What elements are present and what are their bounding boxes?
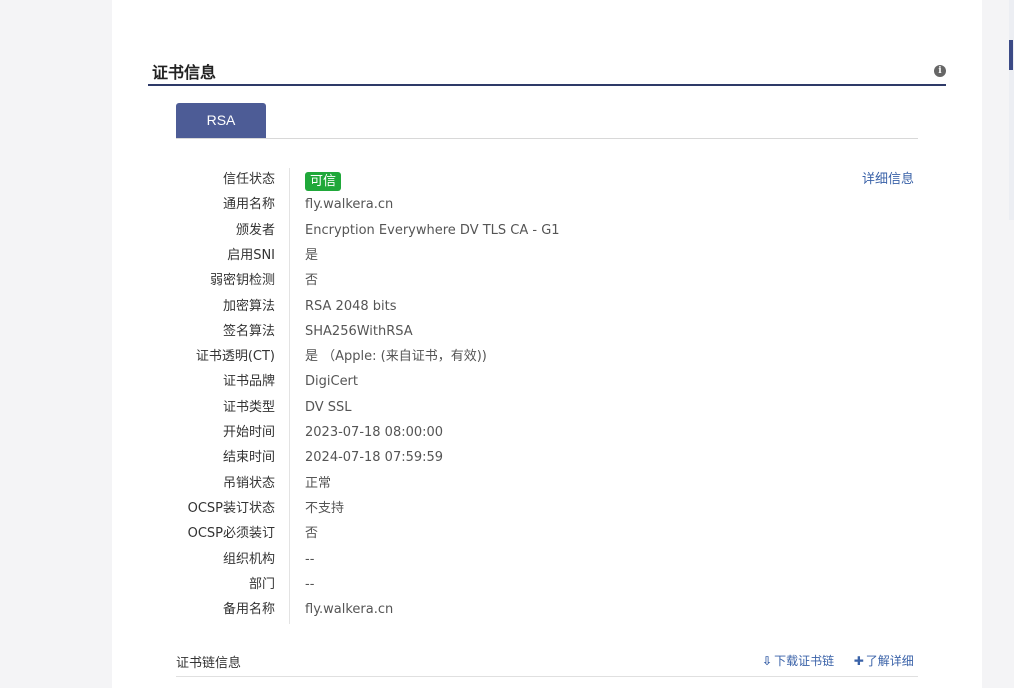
cert-row-value: SHA256WithRSA: [305, 324, 413, 339]
cert-row-label: 通用名称: [222, 197, 275, 212]
cert-row: 开始时间 2023-07-18 08:00:00: [176, 423, 736, 443]
plus-icon: ✚: [853, 654, 864, 668]
learn-more-label: 了解详细: [865, 654, 914, 668]
cert-row: OCSP装订状态 不支持: [176, 499, 736, 519]
cert-row-value: RSA 2048 bits: [305, 299, 397, 314]
cert-row-value: 是: [305, 248, 319, 263]
cert-row-label: 证书透明(CT): [195, 349, 275, 364]
cert-row: 通用名称 fly.walkera.cn: [176, 195, 736, 215]
cert-row-value: --: [305, 577, 315, 592]
cert-row: 组织机构 --: [176, 550, 736, 570]
cert-row-value: 正常: [305, 476, 332, 491]
cert-row: 备用名称 fly.walkera.cn: [176, 600, 736, 620]
cert-row: 加密算法 RSA 2048 bits: [176, 297, 736, 317]
trust-status-badge-cell: 可信: [305, 170, 342, 192]
download-chain-label: 下载证书链: [774, 654, 835, 668]
cert-row-label: 加密算法: [222, 299, 275, 314]
tab-rsa[interactable]: RSA: [176, 103, 266, 138]
trust-status-badge: 可信: [305, 172, 342, 191]
cert-row-label: 备用名称: [222, 602, 275, 617]
cert-row-value: fly.walkera.cn: [305, 197, 394, 212]
cert-row-value: --: [305, 552, 315, 567]
cert-row: 签名算法 SHA256WithRSA: [176, 322, 736, 342]
cert-row-value: 2024-07-18 07:59:59: [305, 450, 444, 465]
cert-row: 吊销状态 正常: [176, 474, 736, 494]
cert-row-label: 启用SNI: [227, 248, 275, 263]
cert-row-label: 开始时间: [222, 425, 275, 440]
cert-row-value: 不支持: [305, 501, 345, 516]
cert-row-value: DigiCert: [305, 374, 359, 389]
tab-bar-divider: [176, 138, 918, 139]
section-title: 证书信息: [152, 65, 217, 82]
cert-row: 信任状态 可信: [176, 170, 736, 192]
cert-row-label: 签名算法: [222, 324, 275, 339]
learn-more-button[interactable]: ✚ 了解详细: [854, 654, 914, 668]
cert-row-label: OCSP装订状态: [187, 501, 275, 516]
cert-row: 证书品牌 DigiCert: [176, 372, 736, 392]
right-scroll-panel: [1009, 0, 1014, 220]
cert-row: OCSP必须装订 否: [176, 524, 736, 544]
cert-row-label: 部门: [248, 577, 275, 592]
cert-row-label: 信任状态: [222, 172, 275, 187]
right-panel-indicator: [1009, 40, 1013, 70]
cert-row-value: 是 （Apple: (来自证书，有效)): [305, 349, 487, 364]
cert-row: 证书透明(CT) 是 （Apple: (来自证书，有效)): [176, 347, 736, 367]
cert-chain-divider: [176, 676, 918, 677]
cert-row-label: 颁发者: [235, 223, 275, 238]
cert-row-value: 否: [305, 273, 319, 288]
cert-row: 启用SNI 是: [176, 246, 736, 266]
cert-row-label: 结束时间: [222, 450, 275, 465]
section-underline: [148, 84, 946, 86]
cloud-download-icon: ⇩: [762, 654, 773, 668]
cert-row: 部门 --: [176, 575, 736, 595]
download-chain-button[interactable]: ⇩ 下载证书链: [762, 654, 838, 668]
cert-row-value: Encryption Everywhere DV TLS CA - G1: [305, 223, 560, 238]
cert-row-value: fly.walkera.cn: [305, 602, 394, 617]
detail-info-link[interactable]: 详细信息: [862, 168, 914, 187]
cert-row-label: 吊销状态: [222, 476, 275, 491]
cert-chain-actions: ⇩ 下载证书链 ✚ 了解详细: [762, 652, 914, 669]
cert-row-label: 证书品牌: [222, 374, 275, 389]
info-icon[interactable]: i: [934, 65, 946, 77]
cert-row: 结束时间 2024-07-18 07:59:59: [176, 448, 736, 468]
cert-row-value: 2023-07-18 08:00:00: [305, 425, 444, 440]
cert-row-label: OCSP必须装订: [187, 526, 275, 541]
cert-row-value: 否: [305, 526, 319, 541]
cert-row-label: 组织机构: [222, 552, 275, 567]
cert-row-value: DV SSL: [305, 400, 352, 415]
cert-row-label: 弱密钥检测: [209, 273, 275, 288]
cert-chain-title: 证书链信息: [176, 656, 242, 671]
cert-row: 颁发者 Encryption Everywhere DV TLS CA - G1: [176, 221, 736, 241]
cert-row-label: 证书类型: [222, 400, 275, 415]
cert-row: 证书类型 DV SSL: [176, 398, 736, 418]
cert-row: 弱密钥检测 否: [176, 271, 736, 291]
